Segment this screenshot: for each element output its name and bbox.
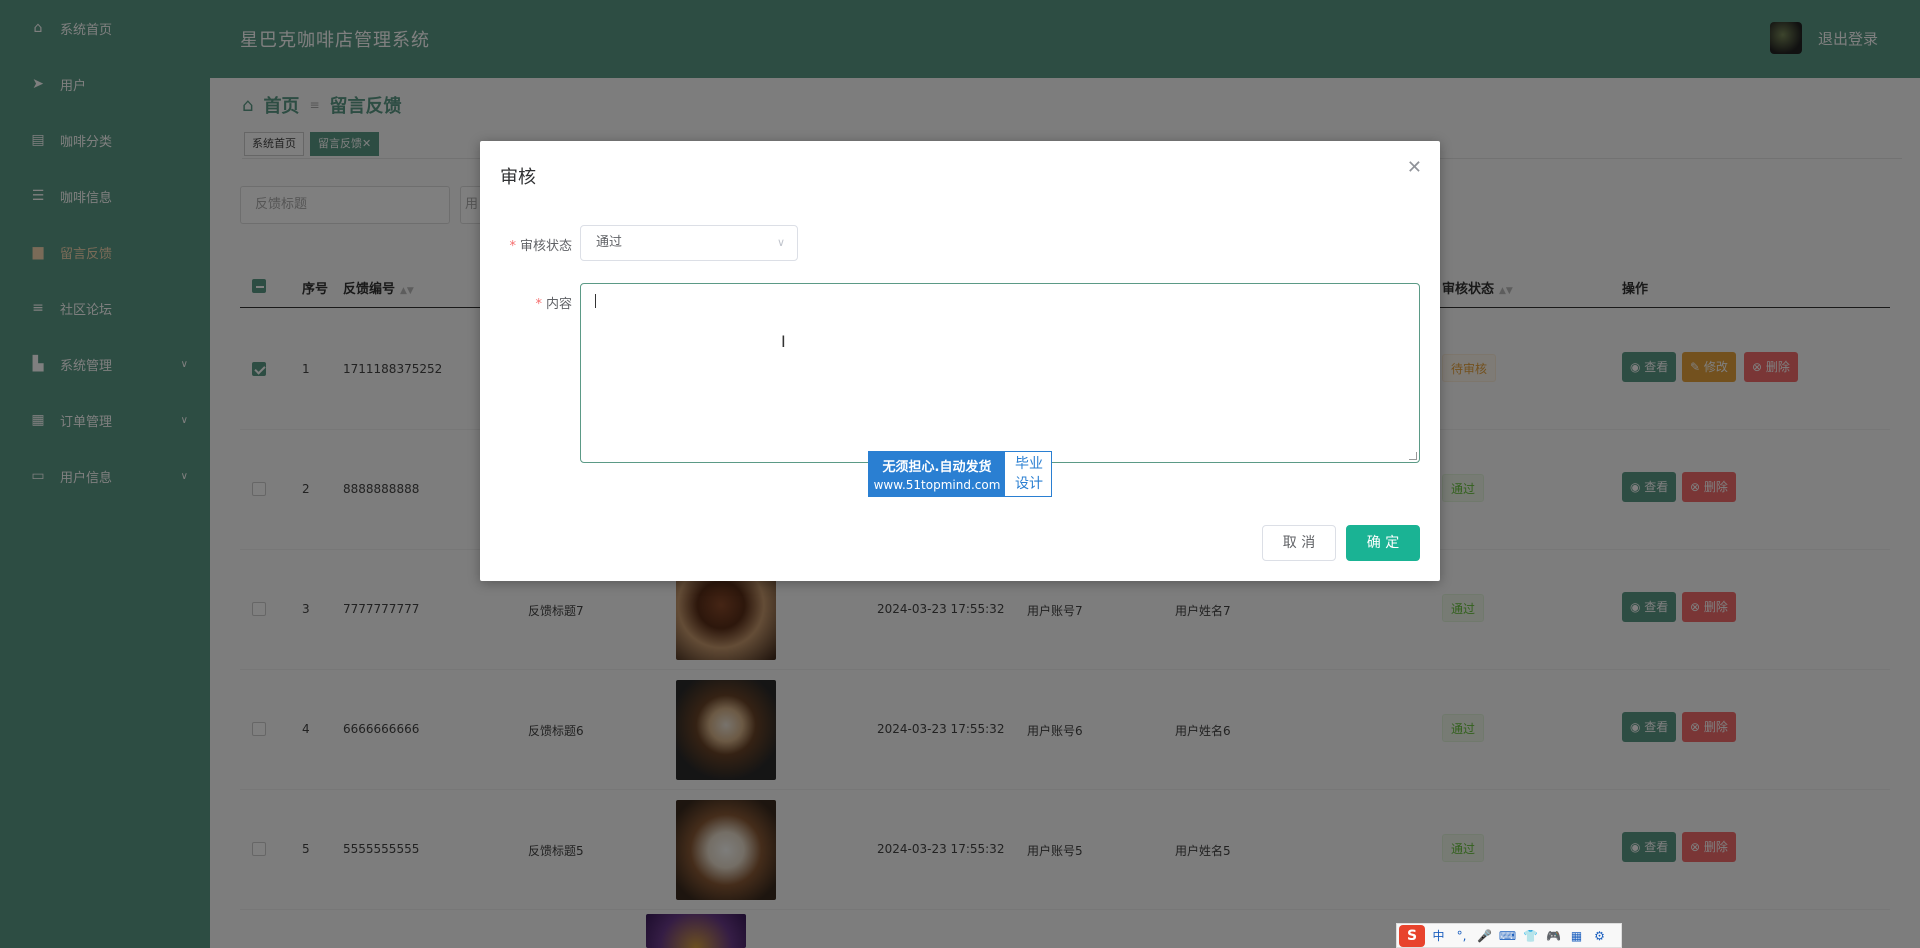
watermark-right: 毕业 设计: [1009, 454, 1049, 494]
status-field-label: * 审核状态: [492, 235, 572, 254]
content-textarea[interactable]: I: [580, 283, 1420, 463]
watermark-logo: 无须担心.自动发货 www.51topmind.com 毕业 设计: [868, 451, 1052, 497]
watermark-right1: 毕业: [1015, 456, 1043, 472]
skin-icon[interactable]: 👕: [1519, 929, 1542, 943]
required-mark: *: [509, 239, 516, 254]
watermark-line1: 无须担心.自动发货: [882, 460, 992, 475]
review-status-select[interactable]: 通过 ∨: [580, 225, 798, 261]
sogou-logo-icon[interactable]: S: [1399, 924, 1425, 947]
dialog-title: 审核: [500, 167, 536, 188]
review-status-value: 通过: [596, 235, 623, 250]
watermark-right2: 设计: [1015, 476, 1043, 492]
apps-icon[interactable]: ▦: [1565, 929, 1588, 943]
ime-mode-toggle[interactable]: 中: [1427, 927, 1450, 944]
cancel-button[interactable]: 取 消: [1262, 525, 1336, 561]
ime-toolbar: S 中 °, 🎤 ⌨ 👕 🎮 ▦ ⚙: [1396, 923, 1622, 948]
required-mark: *: [535, 297, 542, 312]
text-caret: [595, 294, 596, 308]
close-icon[interactable]: ✕: [1407, 157, 1422, 178]
resize-handle[interactable]: [1409, 452, 1417, 460]
watermark-line2: www.51topmind.com: [873, 478, 1001, 492]
chevron-down-icon: ∨: [776, 236, 785, 249]
microphone-icon[interactable]: 🎤: [1473, 929, 1496, 943]
game-icon[interactable]: 🎮: [1542, 929, 1565, 943]
watermark-left: 无须担心.自动发货 www.51topmind.com: [869, 452, 1005, 496]
confirm-button[interactable]: 确 定: [1346, 525, 1420, 561]
keyboard-icon[interactable]: ⌨: [1496, 929, 1519, 943]
review-dialog: 审核 ✕ * 审核状态 通过 ∨ * 内容 I 取 消 确 定: [480, 141, 1440, 581]
status-label-text: 审核状态: [519, 239, 572, 254]
punctuation-icon[interactable]: °,: [1450, 929, 1473, 943]
content-label-text: 内容: [545, 297, 572, 312]
text-cursor-icon: I: [781, 332, 786, 351]
content-field-label: * 内容: [492, 293, 572, 312]
settings-icon[interactable]: ⚙: [1588, 929, 1611, 943]
